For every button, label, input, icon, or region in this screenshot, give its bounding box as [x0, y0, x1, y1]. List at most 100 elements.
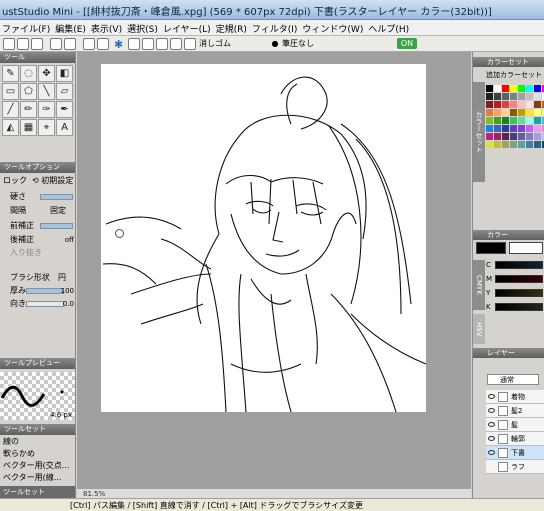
menu-view[interactable]: 表示(V)	[89, 20, 125, 35]
color-swatch[interactable]	[494, 109, 501, 116]
color-swatch[interactable]	[518, 133, 525, 140]
undo-icon[interactable]	[50, 38, 62, 50]
color-swatch[interactable]	[510, 85, 517, 92]
add-colorset-label[interactable]: 追加カラーセット	[486, 70, 542, 80]
color-swatch[interactable]	[502, 141, 509, 148]
color-swatch[interactable]	[518, 85, 525, 92]
reset-button[interactable]: ⟲ 初期設定	[32, 175, 73, 187]
color-swatch[interactable]	[534, 125, 541, 132]
airbrush-icon[interactable]: ✑	[38, 101, 55, 118]
interval-value[interactable]: 固定	[50, 205, 66, 217]
layer-row[interactable]: 髪2	[486, 404, 544, 418]
fill-tool-icon[interactable]: ◭	[2, 119, 19, 136]
color-swatch[interactable]	[518, 117, 525, 124]
color-swatch[interactable]	[518, 93, 525, 100]
toolset-item[interactable]: ベクター用(線...	[0, 472, 75, 484]
color-swatch[interactable]	[502, 125, 509, 132]
color-swatch[interactable]	[502, 85, 509, 92]
channel-c-bar[interactable]	[495, 261, 543, 269]
color-swatch[interactable]	[486, 117, 493, 124]
cmyk-tab[interactable]: CMYK	[473, 260, 485, 310]
color-swatch[interactable]	[526, 125, 533, 132]
eye-icon[interactable]	[488, 422, 495, 427]
color-swatch[interactable]	[534, 93, 541, 100]
color-swatch[interactable]	[494, 117, 501, 124]
lasso-tool-icon[interactable]: ◌	[20, 65, 37, 82]
layer-row[interactable]: 髪	[486, 418, 544, 432]
background-color[interactable]	[509, 242, 543, 254]
channel-y-bar[interactable]	[495, 289, 543, 297]
eye-icon[interactable]	[488, 408, 495, 413]
color-swatch[interactable]	[510, 133, 517, 140]
move-tool-icon[interactable]: ✥	[38, 65, 55, 82]
color-swatch[interactable]	[518, 125, 525, 132]
menu-filter[interactable]: フィルタ(I)	[250, 20, 301, 35]
layer-row[interactable]: ラフ	[486, 460, 544, 474]
color-swatch[interactable]	[518, 141, 525, 148]
color-swatch[interactable]	[486, 85, 493, 92]
color-swatch[interactable]	[486, 125, 493, 132]
color-swatch[interactable]	[486, 109, 493, 116]
ruler-icon[interactable]	[170, 38, 182, 50]
color-swatch[interactable]	[494, 125, 501, 132]
canvas-area[interactable]	[77, 52, 471, 489]
color-swatch[interactable]	[510, 125, 517, 132]
color-swatch[interactable]	[502, 133, 509, 140]
color-swatch[interactable]	[502, 117, 509, 124]
channel-k-bar[interactable]	[495, 303, 543, 311]
color-swatch[interactable]	[502, 93, 509, 100]
blend-mode-select[interactable]: 通常	[487, 374, 539, 385]
color-swatch[interactable]	[526, 101, 533, 108]
eyedropper-icon[interactable]: ⌖	[38, 119, 55, 136]
layer-row[interactable]: 輪郭	[486, 432, 544, 446]
gradient-icon[interactable]: ▦	[20, 119, 37, 136]
color-swatch[interactable]	[510, 109, 517, 116]
color-swatch[interactable]	[486, 141, 493, 148]
marker-icon[interactable]: ✒	[56, 101, 73, 118]
color-swatch[interactable]	[510, 141, 517, 148]
thickness-slider[interactable]	[26, 288, 64, 294]
toolset-tab[interactable]: ツールセット	[0, 486, 75, 498]
hardness-slider[interactable]	[40, 194, 73, 200]
color-swatch[interactable]	[502, 109, 509, 116]
color-swatch[interactable]	[518, 109, 525, 116]
color-swatch[interactable]	[534, 141, 541, 148]
eye-icon[interactable]	[488, 450, 495, 455]
color-swatch[interactable]	[510, 117, 517, 124]
post-correction-value[interactable]: off	[65, 234, 74, 246]
foreground-color[interactable]	[476, 242, 506, 254]
eye-icon[interactable]	[488, 436, 495, 441]
shape-tool-icon[interactable]: ▱	[56, 83, 73, 100]
hsv-tab[interactable]: HSV	[473, 314, 485, 344]
toggle-on-button[interactable]: ON	[397, 38, 417, 49]
poly-select-icon[interactable]: ⬠	[20, 83, 37, 100]
menu-select[interactable]: 選択(S)	[125, 20, 161, 35]
layer-row[interactable]: 着物	[486, 390, 544, 404]
layer-row-selected[interactable]: 下書	[486, 446, 544, 460]
cut-icon[interactable]	[83, 38, 95, 50]
copy-icon[interactable]	[97, 38, 109, 50]
rect-select-icon[interactable]: ▭	[2, 83, 19, 100]
color-swatch[interactable]	[526, 85, 533, 92]
save-icon[interactable]	[31, 38, 43, 50]
color-swatch[interactable]	[518, 101, 525, 108]
direction-slider[interactable]	[26, 301, 64, 307]
drawing-canvas[interactable]	[101, 64, 427, 413]
color-swatch[interactable]	[526, 109, 533, 116]
brush-shape-value[interactable]: 円	[58, 272, 66, 284]
color-swatch[interactable]	[486, 133, 493, 140]
toolset-item[interactable]: 線の	[0, 436, 75, 448]
zoom-icon[interactable]: ✱	[114, 38, 126, 51]
pen-tool-icon[interactable]: ✎	[2, 65, 19, 82]
pressure-label[interactable]: 入り抜き	[10, 248, 42, 257]
color-swatch[interactable]	[534, 101, 541, 108]
menu-layer[interactable]: レイヤー(L)	[161, 20, 214, 35]
new-file-icon[interactable]	[3, 38, 15, 50]
toolset-item[interactable]: ベクター用(交点...	[0, 460, 75, 472]
menu-window[interactable]: ウィンドウ(W)	[300, 20, 366, 35]
color-swatch[interactable]	[510, 93, 517, 100]
color-swatch[interactable]	[502, 101, 509, 108]
color-swatch[interactable]	[534, 85, 541, 92]
color-swatch[interactable]	[494, 141, 501, 148]
menu-ruler[interactable]: 定規(R)	[214, 20, 250, 35]
